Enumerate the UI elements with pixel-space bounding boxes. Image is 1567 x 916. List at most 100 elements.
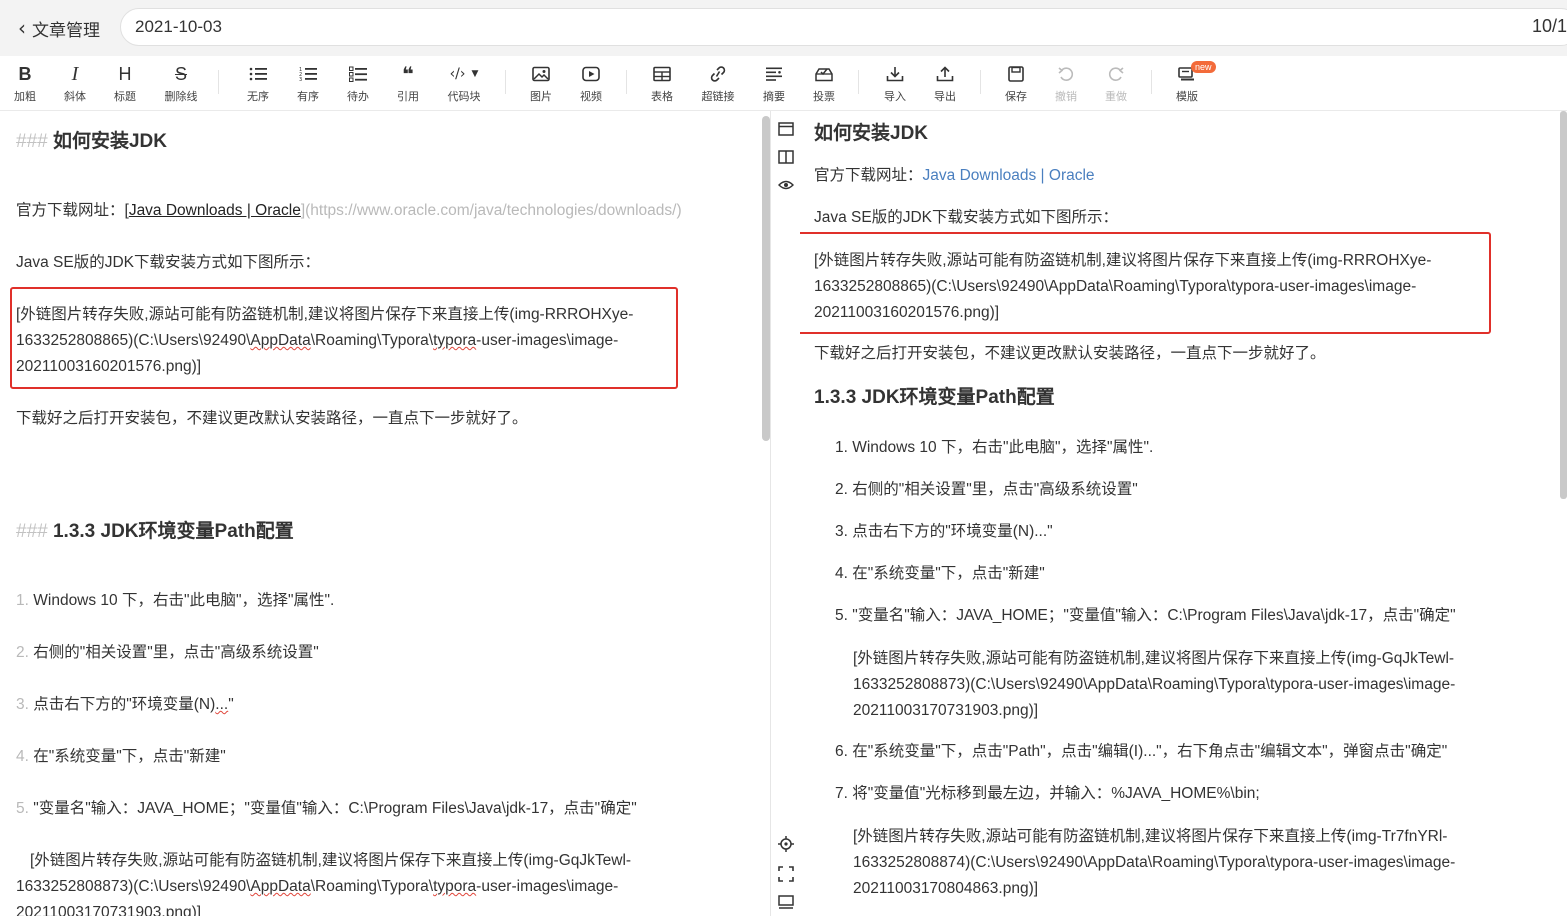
editor-scrollbar[interactable] bbox=[762, 116, 770, 441]
download-url: ](https://www.oracle.com/java/technologi… bbox=[300, 202, 682, 219]
toolbar-divider bbox=[626, 70, 627, 94]
editor-list-item: 5. "变量名"输入：JAVA_HOME；"变量值"输入：C:\Program … bbox=[16, 796, 716, 822]
italic-button[interactable]: I 斜体 bbox=[53, 62, 97, 106]
preview-scrollbar[interactable] bbox=[1560, 111, 1567, 499]
import-button[interactable]: 导入 bbox=[873, 62, 917, 106]
image-icon bbox=[532, 62, 550, 86]
heading-text: 如何安装JDK bbox=[52, 131, 167, 152]
preview-heading-1: 如何安装JDK bbox=[814, 123, 929, 144]
code-block-label: 代码块 bbox=[447, 90, 481, 103]
oracle-download-link[interactable]: Java Downloads | Oracle bbox=[923, 167, 1095, 184]
vote-button[interactable]: 投票 bbox=[802, 62, 846, 106]
list-text: Windows 10 下，右击"此电脑"，选择"属性". bbox=[33, 592, 335, 609]
export-button[interactable]: 导出 bbox=[923, 62, 967, 106]
vote-label: 投票 bbox=[813, 90, 835, 103]
save-label: 保存 bbox=[1005, 90, 1027, 103]
list-text: "变量名"输入：JAVA_HOME；"变量值"输入：C:\Program Fil… bbox=[33, 800, 637, 817]
heading-icon: H bbox=[118, 63, 132, 84]
ordered-list-label: 有序 bbox=[297, 90, 319, 103]
preview-after-download: 下载好之后打开安装包，不建议更改默认安装路径，一直点下一步就好了。 bbox=[814, 345, 1326, 362]
editor-javase-line: Java SE版的JDK下载安装方式如下图所示： bbox=[16, 254, 321, 271]
text-segment: 1633252808873)(C:\Users\92490\ bbox=[16, 878, 251, 895]
ordered-list-icon: 123 bbox=[299, 62, 317, 86]
bold-button[interactable]: B 加粗 bbox=[3, 62, 47, 106]
preview-img2-line2: 1633252808873)(C:\Users\92490\AppData\Ro… bbox=[853, 676, 1456, 693]
code-block-button[interactable]: ‹/› ▼ 代码块 bbox=[442, 62, 486, 106]
toolbar-divider bbox=[505, 70, 506, 94]
spellcheck-word: typora bbox=[433, 878, 477, 895]
text-segment: -user-images\image- bbox=[476, 878, 619, 895]
redo-label: 重做 bbox=[1105, 90, 1127, 103]
editor-heading-1: ### 如何安装JDK bbox=[16, 129, 716, 155]
download-link-text: Java Downloads | Oracle bbox=[128, 202, 301, 219]
download-prefix: 官方下载网址： bbox=[814, 167, 923, 184]
text-segment: \Roaming\Typora\ bbox=[310, 878, 434, 895]
link-label: 超链接 bbox=[701, 90, 735, 103]
heading-button[interactable]: H 标题 bbox=[103, 62, 147, 106]
video-icon bbox=[582, 62, 600, 86]
back-label: 文章管理 bbox=[32, 20, 100, 41]
heading-text: 1.3.3 JDK环境变量Path配置 bbox=[52, 521, 294, 542]
italic-icon: I bbox=[71, 62, 79, 85]
ordered-list-button[interactable]: 123 有序 bbox=[286, 62, 330, 106]
video-button[interactable]: 视频 bbox=[569, 62, 613, 106]
list-number: 3. bbox=[16, 696, 29, 713]
editor-img2-line2: 1633252808873)(C:\Users\92490\AppData\Ro… bbox=[16, 874, 716, 900]
editor-list-item: 1. Windows 10 下，右击"此电脑"，选择"属性". bbox=[16, 588, 716, 614]
quote-button[interactable]: ❝ 引用 bbox=[386, 62, 430, 106]
unordered-list-button[interactable]: 无序 bbox=[236, 62, 280, 106]
summary-button[interactable]: 摘要 bbox=[752, 62, 796, 106]
undo-button[interactable]: 撤销 bbox=[1044, 62, 1088, 106]
editor-list-item: 4. 在"系统变量"下，点击"新建" bbox=[16, 744, 716, 770]
link-button[interactable]: 超链接 bbox=[696, 62, 740, 106]
table-button[interactable]: 表格 bbox=[640, 62, 684, 106]
code-glyph: ‹/› bbox=[449, 66, 466, 82]
summary-label: 摘要 bbox=[763, 90, 785, 103]
back-button[interactable]: ‹ 文章管理 bbox=[18, 14, 100, 42]
highlight-box bbox=[800, 232, 1491, 334]
preview-img2-line1: [外链图片转存失败,源站可能有防盗链机制,建议将图片保存下来直接上传(img-G… bbox=[853, 650, 1455, 667]
highlight-box bbox=[10, 287, 678, 389]
editor-list-item: 2. 右侧的"相关设置"里，点击"高级系统设置" bbox=[16, 640, 716, 666]
article-title-input[interactable] bbox=[120, 8, 1567, 46]
undo-icon bbox=[1057, 62, 1075, 86]
heading-label: 标题 bbox=[114, 90, 136, 103]
split-view-icon[interactable] bbox=[775, 146, 797, 168]
fullscreen-icon[interactable] bbox=[775, 863, 797, 885]
preview-eye-icon[interactable] bbox=[775, 174, 797, 196]
quote-icon: ❝ bbox=[402, 62, 414, 86]
heading-marker: ### bbox=[16, 521, 48, 542]
editor-img2-line1: [外链图片转存失败,源站可能有防盗链机制,建议将图片保存下来直接上传(img-G… bbox=[30, 852, 632, 869]
summary-icon bbox=[765, 62, 783, 86]
export-icon bbox=[936, 62, 954, 86]
todo-list-button[interactable]: 待办 bbox=[336, 62, 380, 106]
save-button[interactable]: 保存 bbox=[994, 62, 1038, 106]
table-icon bbox=[653, 62, 671, 86]
toolbar-divider bbox=[980, 70, 981, 94]
preview-img2-line3: 20211003170731903.png)] bbox=[853, 702, 1039, 719]
top-bar: ‹ 文章管理 10/1 bbox=[0, 0, 1567, 56]
preview-download-line: 官方下载网址：Java Downloads | Oracle bbox=[814, 163, 1095, 189]
toolbar-divider bbox=[218, 70, 219, 94]
save-icon bbox=[1007, 62, 1025, 86]
bold-icon: B bbox=[18, 63, 32, 84]
toc-icon[interactable] bbox=[775, 891, 797, 913]
caret-down-icon: ▼ bbox=[471, 69, 479, 79]
title-char-counter: 10/1 bbox=[1531, 16, 1567, 36]
editor-heading-2: ### 1.3.3 JDK环境变量Path配置 bbox=[16, 519, 716, 545]
new-badge: new bbox=[1191, 61, 1216, 73]
editor-toolbar: B 加粗 I 斜体 H 标题 S 删除线 无序 123 有序 待办 ❝ 引用 ‹… bbox=[0, 56, 1567, 111]
strikethrough-button[interactable]: S 删除线 bbox=[159, 62, 203, 106]
image-button[interactable]: 图片 bbox=[519, 62, 563, 106]
redo-icon bbox=[1107, 62, 1125, 86]
download-prefix: 官方下载网址：[ bbox=[16, 202, 129, 219]
redo-button[interactable]: 重做 bbox=[1094, 62, 1138, 106]
editor-only-icon[interactable] bbox=[775, 118, 797, 140]
preview-img3-line1: [外链图片转存失败,源站可能有防盗链机制,建议将图片保存下来直接上传(img-T… bbox=[853, 828, 1448, 845]
preview-list-item: 2. 右侧的"相关设置"里，点击"高级系统设置" bbox=[835, 481, 1138, 498]
template-button[interactable]: new 模版 bbox=[1165, 61, 1216, 106]
preview-list-item: 3. 点击右下方的"环境变量(N)..." bbox=[835, 523, 1053, 540]
markdown-editor[interactable]: ### 如何安装JDK 官方下载网址：[Java Downloads | Ora… bbox=[0, 111, 771, 916]
list-number: 5. bbox=[16, 800, 29, 817]
locate-icon[interactable] bbox=[775, 833, 797, 855]
